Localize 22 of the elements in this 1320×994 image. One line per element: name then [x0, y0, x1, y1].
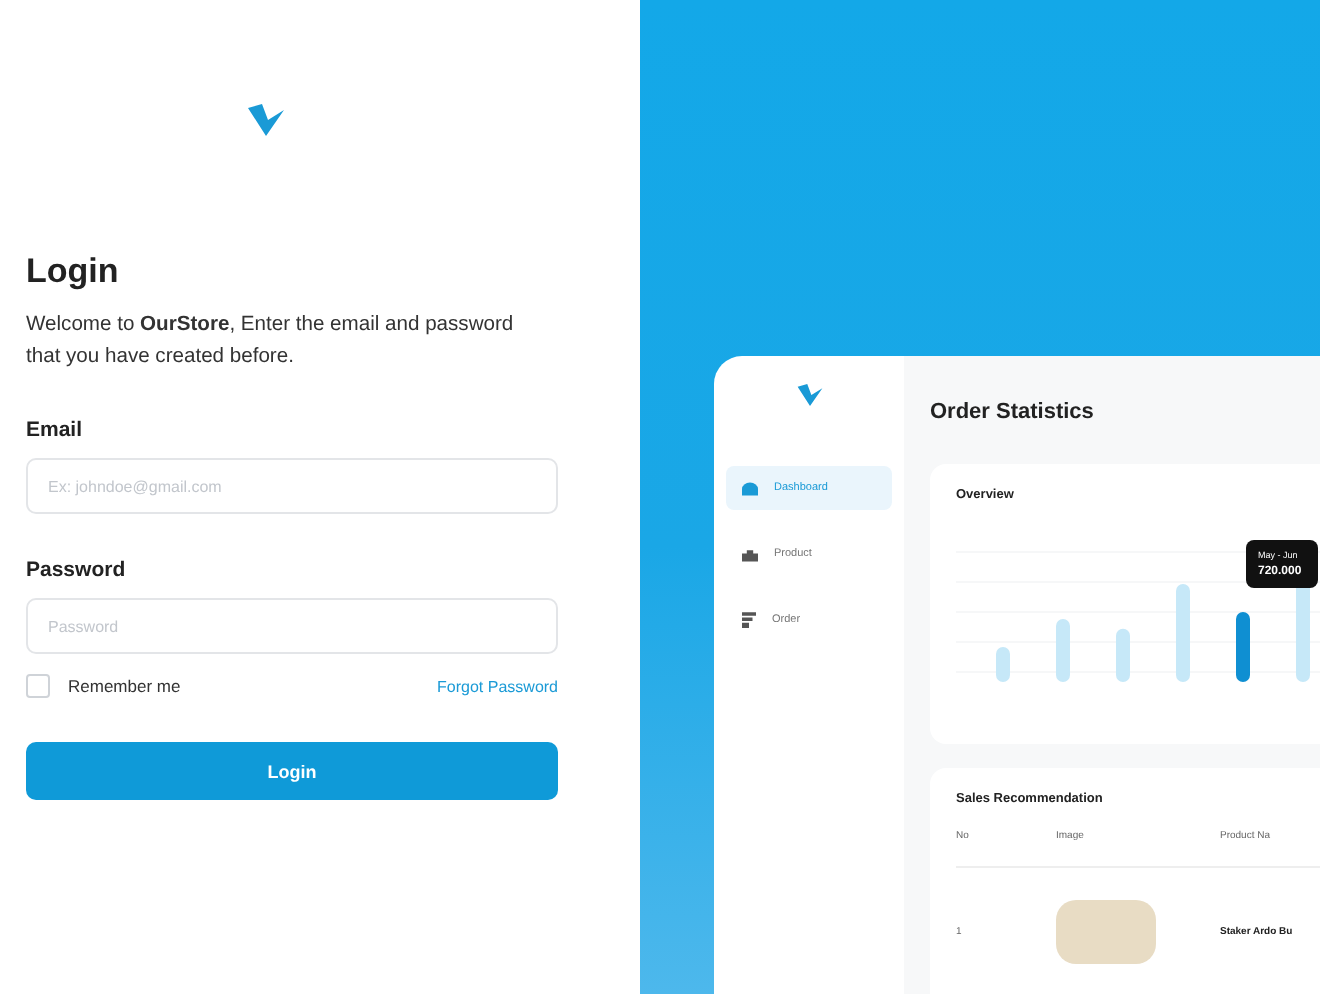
email-field[interactable]: Ex: johndoe@gmail.com	[26, 458, 558, 514]
photo-placeholder	[1056, 900, 1156, 964]
password-field[interactable]: Password	[26, 598, 558, 654]
login-title: Login	[26, 252, 121, 292]
logo-icon	[245, 104, 285, 136]
page-title: Order Statistics	[930, 400, 1096, 424]
email-label: Email	[26, 418, 85, 442]
remember-label: Remember me	[68, 676, 181, 696]
login-button[interactable]: Login	[26, 742, 558, 800]
chart-bar	[1116, 628, 1130, 682]
bag-icon	[742, 547, 758, 561]
chart-bar	[1176, 584, 1190, 682]
forgot-password-link[interactable]: Forgot Password	[437, 677, 558, 695]
logo-icon	[795, 384, 823, 406]
chart-bar	[996, 647, 1010, 682]
home-icon	[742, 481, 758, 495]
chart-bar	[1056, 619, 1070, 682]
remember-checkbox[interactable]	[26, 674, 50, 698]
document-icon	[742, 612, 756, 628]
chart-bar	[1236, 612, 1250, 682]
password-label: Password	[26, 558, 128, 582]
welcome-text: Welcome to OurStore, Enter the email and password that you have created before.	[26, 312, 516, 372]
